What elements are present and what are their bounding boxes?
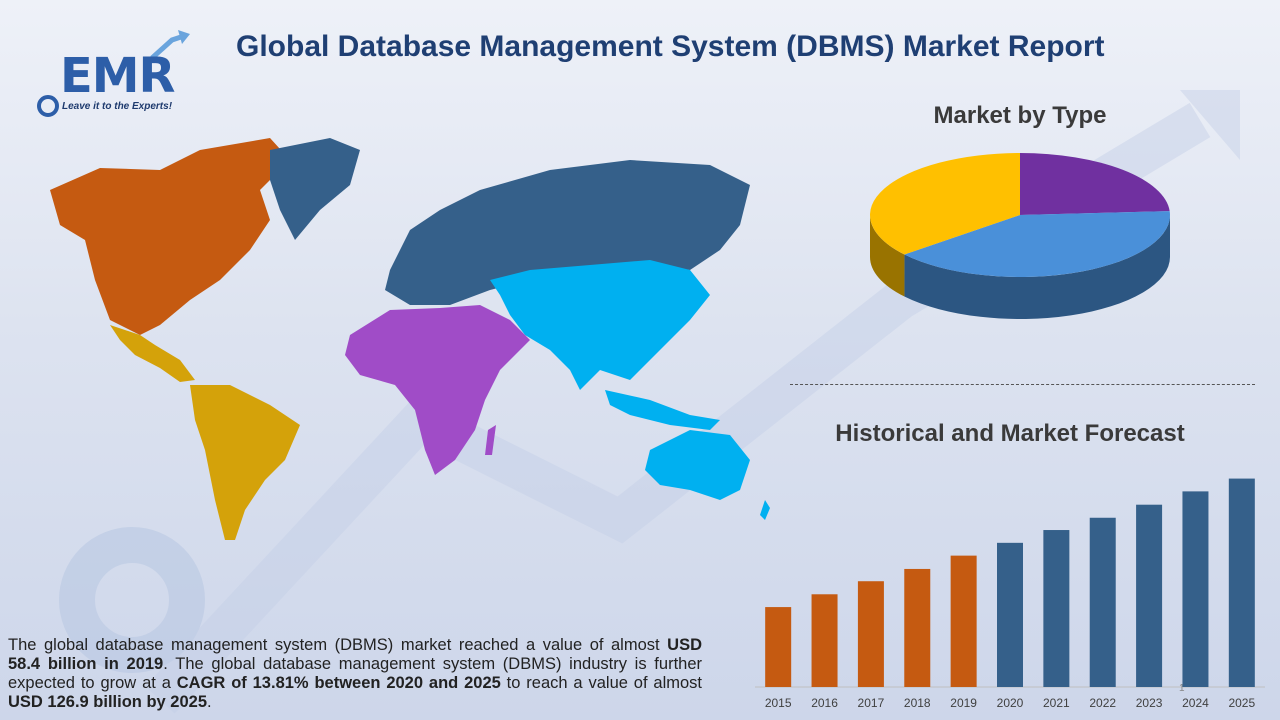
world-map [50, 138, 770, 540]
x-tick-label-2018: 2018 [904, 696, 931, 710]
logo-tagline: Leave it to the Experts! [62, 101, 173, 112]
bar-2020 [997, 542, 1023, 687]
desc-text-3: to reach a value of almost [500, 674, 702, 692]
bar-2015 [765, 607, 792, 687]
pie-slice-0 [1020, 153, 1170, 215]
region-asia [490, 260, 710, 390]
x-tick-label-2016: 2016 [811, 696, 838, 710]
x-tick-label-2020: 2020 [997, 696, 1024, 710]
bar-2025 [1228, 478, 1255, 687]
region-central-america [110, 325, 195, 382]
section-divider [790, 384, 1255, 385]
x-tick-label-2025: 2025 [1228, 696, 1255, 710]
region-southeast-asia [605, 390, 720, 430]
bar-2019 [950, 555, 977, 687]
region-madagascar [485, 425, 496, 455]
logo-text: EMR [60, 48, 176, 104]
emr-logo: EMR Leave it to the Experts! [32, 28, 202, 123]
x-tick-label-2019: 2019 [950, 696, 977, 710]
desc-text-4: . [207, 693, 212, 711]
region-south-america [190, 385, 300, 540]
x-tick-label-2024: 2024 [1182, 696, 1209, 710]
bar-2023 [1136, 504, 1163, 687]
x-tick-label-2021: 2021 [1043, 696, 1070, 710]
bar-2018 [904, 568, 931, 687]
pie-chart-title: Market by Type [933, 102, 1107, 129]
page-title: Global Database Management System (DBMS)… [236, 30, 1105, 63]
region-north-america [50, 138, 290, 335]
desc-text-1: The global database management system (D… [8, 636, 668, 654]
region-africa-middle-east [345, 305, 530, 475]
x-tick-label-2015: 2015 [765, 696, 792, 710]
bar-chart-title: Historical and Market Forecast [835, 420, 1185, 447]
x-tick-label-2017: 2017 [858, 696, 885, 710]
region-australia [645, 430, 750, 500]
region-greenland [270, 138, 360, 240]
x-tick-label-2022: 2022 [1089, 696, 1116, 710]
market-description: The global database management system (D… [8, 636, 702, 712]
desc-highlight-cagr: CAGR of 13.81% between 2020 and 2025 [176, 674, 501, 692]
bar-2022 [1089, 517, 1116, 687]
bar-2016 [811, 594, 838, 687]
pie-chart [870, 153, 1170, 319]
bar-chart: 1 2015 2016 2017 2018 2019 2020 2021 2022 2023 20… [755, 478, 1265, 710]
bar-2024 [1182, 491, 1209, 687]
bar-2017 [857, 581, 884, 687]
desc-highlight-value-2025: USD 126.9 billion by 2025 [8, 693, 207, 711]
bar-2021 [1043, 530, 1070, 687]
x-tick-label-2023: 2023 [1136, 696, 1163, 710]
